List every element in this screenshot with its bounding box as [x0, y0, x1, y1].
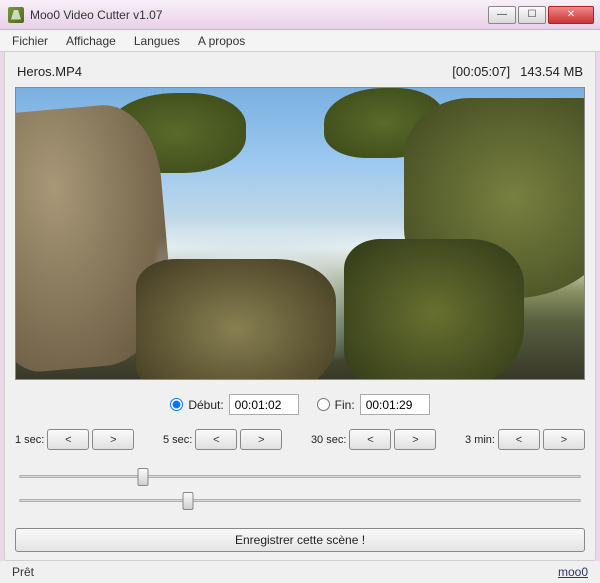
seek-1sec-fwd[interactable]: >: [92, 429, 134, 450]
seek-3min: 3 min: < >: [465, 429, 585, 450]
status-link[interactable]: moo0: [558, 565, 588, 579]
menu-affichage[interactable]: Affichage: [58, 32, 124, 50]
menu-apropos[interactable]: A propos: [190, 32, 253, 50]
client-area: Heros.MP4 [00:05:07] 143.54 MB Début: Fi…: [4, 52, 596, 561]
seek-1sec: 1 sec: < >: [15, 429, 134, 450]
statusbar: Prêt moo0: [0, 561, 600, 583]
start-time-input[interactable]: [229, 394, 299, 415]
file-info-row: Heros.MP4 [00:05:07] 143.54 MB: [15, 60, 585, 87]
seek-row: 1 sec: < > 5 sec: < > 30 sec: < > 3 min:…: [15, 425, 585, 460]
start-slider-thumb[interactable]: [137, 468, 148, 486]
file-name: Heros.MP4: [17, 64, 82, 79]
titlebar: Moo0 Video Cutter v1.07 — ☐ ✕: [0, 0, 600, 30]
menu-langues[interactable]: Langues: [126, 32, 188, 50]
end-slider-thumb[interactable]: [182, 492, 193, 510]
start-group: Début:: [170, 394, 298, 415]
seek-5sec-label: 5 sec:: [163, 434, 192, 446]
video-preview[interactable]: [15, 87, 585, 380]
save-row: Enregistrer cette scène !: [15, 526, 585, 560]
window-buttons: — ☐ ✕: [488, 6, 594, 24]
end-radio[interactable]: [317, 398, 330, 411]
close-button[interactable]: ✕: [548, 6, 594, 24]
file-duration: [00:05:07]: [452, 64, 510, 79]
app-icon: [8, 7, 24, 23]
seek-5sec: 5 sec: < >: [163, 429, 282, 450]
start-radio[interactable]: [170, 398, 183, 411]
seek-3min-back[interactable]: <: [498, 429, 540, 450]
file-meta: [00:05:07] 143.54 MB: [452, 64, 583, 79]
seek-1sec-back[interactable]: <: [47, 429, 89, 450]
sliders: [15, 460, 585, 526]
end-label: Fin:: [335, 398, 355, 412]
start-label: Début:: [188, 398, 223, 412]
end-time-input[interactable]: [360, 394, 430, 415]
file-size: 143.54 MB: [520, 64, 583, 79]
seek-5sec-fwd[interactable]: >: [240, 429, 282, 450]
menu-fichier[interactable]: Fichier: [4, 32, 56, 50]
seek-5sec-back[interactable]: <: [195, 429, 237, 450]
seek-3min-label: 3 min:: [465, 434, 495, 446]
seek-3min-fwd[interactable]: >: [543, 429, 585, 450]
end-slider[interactable]: [19, 490, 581, 510]
seek-30sec-fwd[interactable]: >: [394, 429, 436, 450]
save-scene-button[interactable]: Enregistrer cette scène !: [15, 528, 585, 552]
seek-30sec-back[interactable]: <: [349, 429, 391, 450]
seek-30sec: 30 sec: < >: [311, 429, 436, 450]
seek-30sec-label: 30 sec:: [311, 434, 346, 446]
menubar: Fichier Affichage Langues A propos: [0, 30, 600, 52]
start-end-row: Début: Fin:: [15, 380, 585, 425]
minimize-button[interactable]: —: [488, 6, 516, 24]
window-title: Moo0 Video Cutter v1.07: [30, 8, 488, 22]
maximize-button[interactable]: ☐: [518, 6, 546, 24]
end-group: Fin:: [317, 394, 430, 415]
start-slider[interactable]: [19, 466, 581, 486]
status-text: Prêt: [12, 565, 34, 579]
seek-1sec-label: 1 sec:: [15, 434, 44, 446]
